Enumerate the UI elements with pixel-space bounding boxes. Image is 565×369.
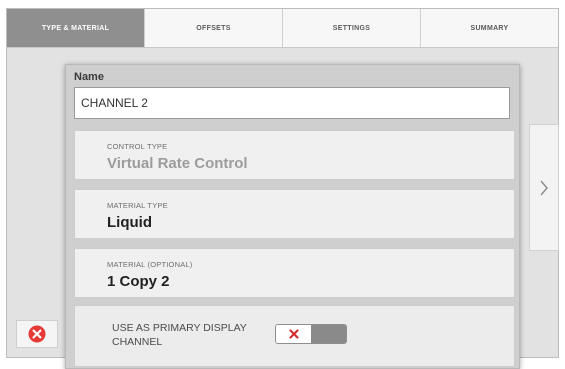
chevron-right-icon [540, 180, 548, 195]
close-circle-icon [28, 325, 46, 343]
control-type-caption: CONTROL TYPE [107, 142, 168, 151]
tab-offsets[interactable]: OFFSETS [145, 9, 283, 47]
primary-display-toggle[interactable] [275, 324, 347, 344]
channel-form-panel: Name CONTROL TYPE Virtual Rate Control M… [65, 64, 520, 369]
primary-display-row: USE AS PRIMARY DISPLAY CHANNEL [74, 305, 515, 367]
name-input[interactable] [74, 87, 510, 119]
name-label: Name [74, 71, 104, 83]
toggle-track [311, 325, 346, 343]
control-type-field[interactable]: CONTROL TYPE Virtual Rate Control [74, 130, 515, 180]
material-type-caption: MATERIAL TYPE [107, 201, 168, 210]
tab-type-material[interactable]: TYPE & MATERIAL [7, 9, 145, 47]
primary-display-label: USE AS PRIMARY DISPLAY CHANNEL [112, 322, 247, 348]
close-button[interactable] [16, 320, 58, 348]
toggle-knob [276, 325, 311, 343]
x-icon [288, 329, 299, 339]
tab-summary[interactable]: SUMMARY [421, 9, 558, 47]
tab-settings[interactable]: SETTINGS [283, 9, 421, 47]
material-caption: MATERIAL (OPTIONAL) [107, 260, 193, 269]
next-button[interactable] [529, 124, 559, 251]
control-type-value: Virtual Rate Control [107, 155, 248, 172]
material-field[interactable]: MATERIAL (OPTIONAL) 1 Copy 2 [74, 248, 515, 298]
material-type-field[interactable]: MATERIAL TYPE Liquid [74, 189, 515, 239]
material-value: 1 Copy 2 [107, 273, 170, 290]
material-type-value: Liquid [107, 214, 152, 231]
tab-bar: TYPE & MATERIAL OFFSETS SETTINGS SUMMARY [7, 9, 558, 48]
